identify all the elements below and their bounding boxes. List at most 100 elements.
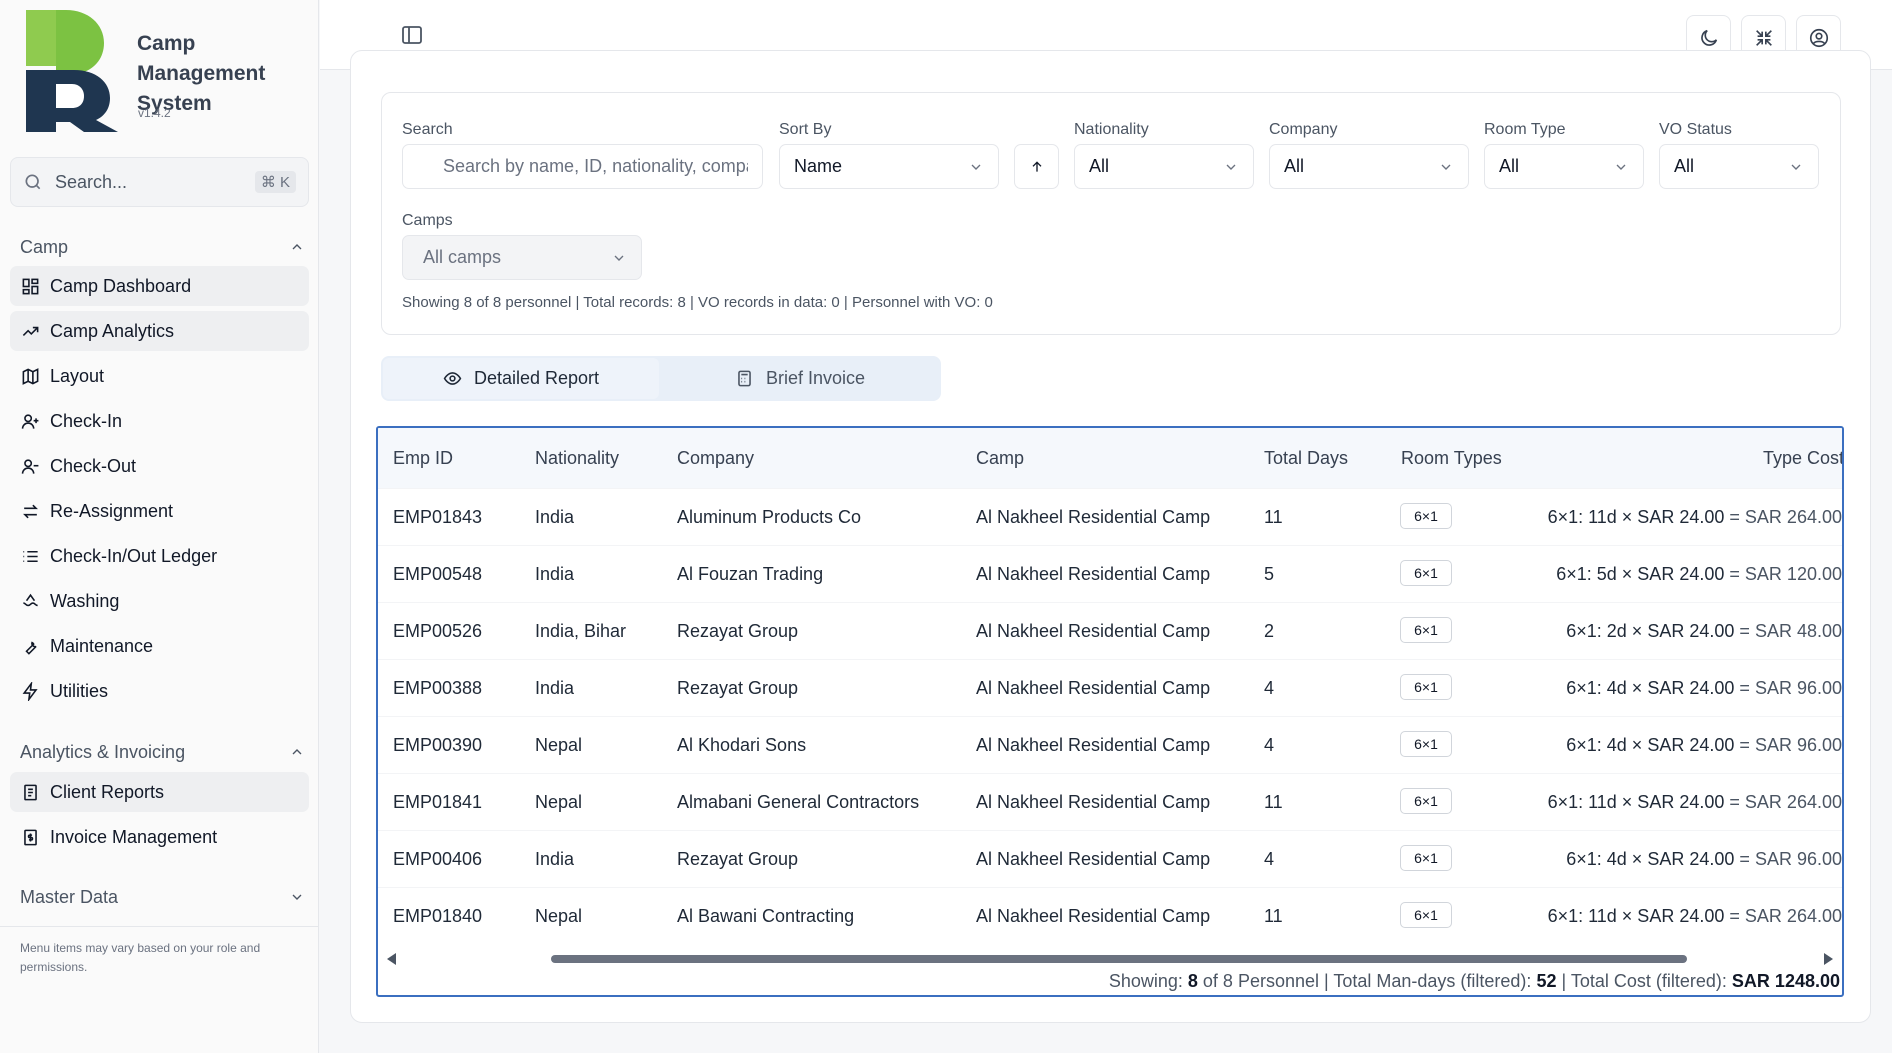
trending-up-icon bbox=[22, 326, 39, 336]
sidebar-item-re-assignment[interactable]: Re-Assignment bbox=[10, 491, 309, 531]
cell-company: Rezayat Group bbox=[677, 621, 799, 641]
cost-total: SAR 96.00 bbox=[1754, 849, 1842, 869]
table-row[interactable]: EMP01843 India Aluminum Products Co Al Nakh… bbox=[378, 488, 1842, 545]
tab-detailed-label: Detailed Report bbox=[473, 368, 600, 388]
sidebar-item-label: Check-In bbox=[50, 410, 123, 431]
sidebar-search[interactable]: Search... ⌘ K bbox=[10, 157, 309, 207]
sidebar-item-maintenance[interactable]: Maintenance bbox=[10, 626, 309, 666]
vo-status-select[interactable]: All bbox=[1659, 144, 1819, 189]
cost-calc: 6×1: 11d × SAR 24.00 bbox=[1547, 792, 1725, 812]
filter-summary: Showing 8 of 8 personnel | Total records… bbox=[402, 294, 993, 311]
cell-nationality: India bbox=[535, 564, 575, 584]
col-camp[interactable]: Camp bbox=[976, 448, 1024, 469]
cost-equals: = bbox=[1729, 906, 1740, 926]
eye-icon bbox=[443, 372, 462, 385]
cell-type-cost: 6×1: 4d × SAR 24.00 = SAR 96.00 bbox=[1566, 735, 1842, 756]
sidebar-item-utilities[interactable]: Utilities bbox=[10, 671, 309, 711]
table-row[interactable]: EMP00526 India, Bihar Rezayat Group Al Nakh… bbox=[378, 602, 1842, 659]
sidebar-item-ledger[interactable]: Check-In/Out Ledger bbox=[10, 536, 309, 576]
sidebar-item-client-reports[interactable]: Client Reports bbox=[10, 772, 309, 812]
cost-calc: 6×1: 2d × SAR 24.00 bbox=[1566, 621, 1735, 641]
sort-by-select[interactable]: Name bbox=[779, 144, 999, 189]
cell-total-days: 11 bbox=[1264, 906, 1283, 926]
cell-total-days: 11 bbox=[1264, 507, 1283, 527]
sort-direction-button[interactable] bbox=[1014, 144, 1059, 189]
col-company[interactable]: Company bbox=[677, 448, 754, 469]
washing-icon bbox=[23, 593, 38, 606]
cell-camp: Al Nakheel Residential Camp bbox=[976, 621, 1211, 641]
tab-brief-invoice[interactable]: Brief Invoice bbox=[661, 358, 939, 399]
scrollbar-thumb[interactable] bbox=[551, 955, 1687, 963]
sidebar-item-layout[interactable]: Layout bbox=[10, 356, 309, 396]
arrow-up-icon bbox=[1032, 160, 1041, 172]
nationality-label: Nationality bbox=[1074, 121, 1149, 138]
table-row[interactable]: EMP01841 Nepal Almabani General Contractor… bbox=[378, 773, 1842, 830]
col-type-cost[interactable]: Type Cost bbox=[1763, 448, 1842, 469]
camps-value: All camps bbox=[423, 247, 502, 267]
tab-detailed-report[interactable]: Detailed Report bbox=[383, 358, 659, 399]
search-input[interactable]: Search by name, ID, nationality, company… bbox=[402, 144, 763, 189]
cell-camp: Al Nakheel Residential Camp bbox=[976, 906, 1211, 926]
sidebar-item-invoice-management[interactable]: Invoice Management bbox=[10, 817, 309, 857]
sidebar-item-washing[interactable]: Washing bbox=[10, 581, 309, 621]
col-total-days[interactable]: Total Days bbox=[1264, 448, 1348, 469]
section-camp-label: Camp bbox=[20, 236, 69, 257]
sidebar-item-label: Invoice Management bbox=[50, 826, 218, 847]
camps-select[interactable]: All camps bbox=[402, 235, 642, 280]
camps-label: Camps bbox=[402, 212, 453, 229]
footer-of-text: of 8 Personnel bbox=[1202, 971, 1319, 991]
nationality-select[interactable]: All bbox=[1074, 144, 1254, 189]
invoice-icon bbox=[24, 829, 37, 845]
sidebar-toggle-icon[interactable] bbox=[400, 23, 424, 47]
cell-emp-id: EMP00526 bbox=[393, 621, 483, 641]
section-camp[interactable]: Camp bbox=[20, 234, 309, 260]
cell-type-cost: 6×1: 11d × SAR 24.00 = SAR 264.00 bbox=[1548, 792, 1842, 813]
table-row[interactable]: EMP00388 India Rezayat Group Al Nakheel Res… bbox=[378, 659, 1842, 716]
company-select[interactable]: All bbox=[1269, 144, 1469, 189]
sidebar-divider bbox=[0, 926, 319, 927]
room-type-value: All bbox=[1499, 156, 1520, 176]
chevron-down-icon bbox=[292, 894, 302, 900]
cell-nationality: India bbox=[535, 678, 575, 698]
company-value: All bbox=[1284, 156, 1305, 176]
cost-equals: = bbox=[1739, 849, 1750, 869]
section-analytics-invoicing[interactable]: Analytics & Invoicing bbox=[20, 739, 309, 765]
cost-calc: 6×1: 4d × SAR 24.00 bbox=[1566, 735, 1735, 755]
cost-total: SAR 264.00 bbox=[1744, 792, 1842, 812]
horizontal-scrollbar[interactable] bbox=[398, 952, 1822, 966]
sidebar-item-camp-analytics[interactable]: Camp Analytics bbox=[10, 311, 309, 351]
cell-emp-id: EMP00548 bbox=[393, 564, 483, 584]
cost-equals: = bbox=[1729, 564, 1740, 584]
cost-equals: = bbox=[1739, 621, 1750, 641]
dashboard-icon bbox=[22, 278, 39, 294]
col-emp-id[interactable]: Emp ID bbox=[393, 448, 453, 469]
sidebar-item-check-out[interactable]: Check-Out bbox=[10, 446, 309, 486]
cell-emp-id: EMP00406 bbox=[393, 849, 483, 869]
col-room-types[interactable]: Room Types bbox=[1401, 448, 1502, 469]
col-nationality[interactable]: Nationality bbox=[535, 448, 619, 469]
scroll-left-arrow[interactable] bbox=[387, 953, 396, 965]
scroll-right-arrow[interactable] bbox=[1824, 953, 1833, 965]
section-master-data[interactable]: Master Data bbox=[20, 884, 309, 910]
cost-equals: = bbox=[1739, 678, 1750, 698]
tab-brief-label: Brief Invoice bbox=[765, 368, 866, 388]
room-type-select[interactable]: All bbox=[1484, 144, 1644, 189]
chevron-down-icon bbox=[971, 164, 981, 170]
table-row[interactable]: EMP00390 Nepal Al Khodari Sons Al Nakheel R… bbox=[378, 716, 1842, 773]
sidebar-item-camp-dashboard[interactable]: Camp Dashboard bbox=[10, 266, 309, 306]
room-type-badge: 6×1 bbox=[1400, 617, 1452, 643]
company-label: Company bbox=[1269, 121, 1338, 138]
user-plus-icon bbox=[21, 413, 39, 429]
search-icon bbox=[25, 174, 41, 190]
chevron-down-icon bbox=[614, 255, 624, 261]
table-row[interactable]: EMP00548 India Al Fouzan Trading Al Nakheel… bbox=[378, 545, 1842, 602]
sidebar-item-check-in[interactable]: Check-In bbox=[10, 401, 309, 441]
table-row[interactable]: EMP00406 India Rezayat Group Al Nakheel Res… bbox=[378, 830, 1842, 887]
cell-nationality: Nepal bbox=[535, 792, 583, 812]
section-master-label: Master Data bbox=[20, 886, 119, 907]
cost-equals: = bbox=[1729, 792, 1740, 812]
cell-emp-id: EMP00390 bbox=[393, 735, 483, 755]
chevron-down-icon bbox=[1791, 164, 1801, 170]
table-row[interactable]: EMP01840 Nepal Al Bawani Contracting Al Nak… bbox=[378, 887, 1842, 944]
chevron-down-icon bbox=[1616, 164, 1626, 170]
